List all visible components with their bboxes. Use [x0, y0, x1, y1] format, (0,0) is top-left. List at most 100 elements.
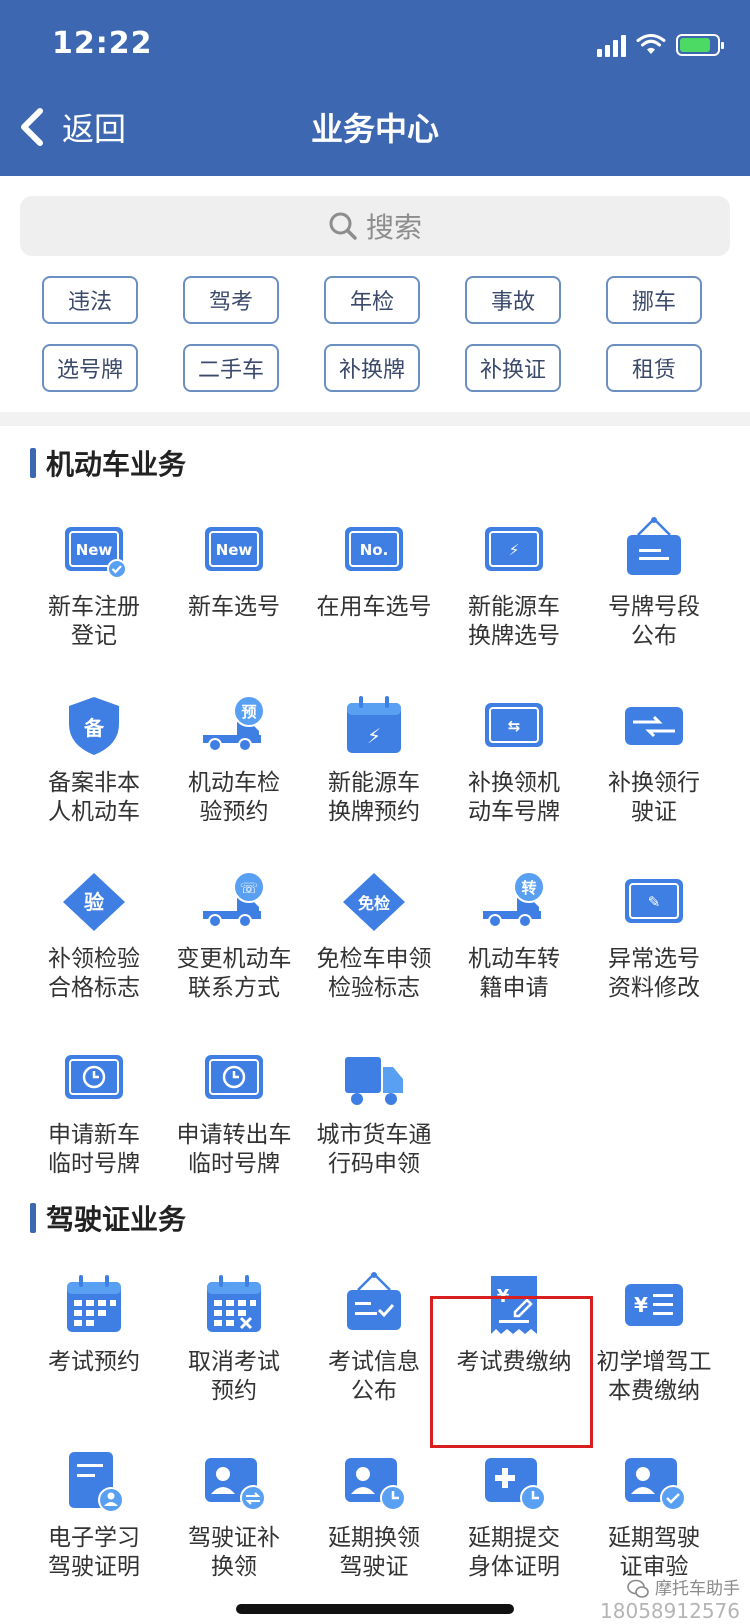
diamond-badge-icon: 验 — [63, 873, 125, 931]
service-item[interactable]: 备备案非本 人机动车 — [24, 691, 164, 867]
service-item[interactable]: 免检 免检车申领 检验标志 — [304, 867, 444, 1043]
status-icons — [597, 30, 724, 60]
tag-8[interactable]: 补换证 — [465, 344, 561, 392]
service-label-line: 电子学习 — [48, 1525, 140, 1551]
tag-3[interactable]: 事故 — [465, 276, 561, 324]
service-item[interactable]: 号牌号段 公布 — [584, 515, 724, 691]
watermark: 摩托车助手 18058912576 — [600, 1579, 740, 1623]
service-label-line: 补领检验 — [48, 946, 140, 972]
tag-0[interactable]: 违法 — [42, 276, 138, 324]
service-label: 新车注册 登记 — [27, 593, 161, 651]
service-item[interactable]: 验补领检验 合格标志 — [24, 867, 164, 1043]
service-label: 申请转出车 临时号牌 — [167, 1121, 301, 1179]
service-label-line: 取消考试 — [188, 1349, 280, 1375]
tag-7[interactable]: 补换牌 — [324, 344, 420, 392]
service-label-line: 换牌预约 — [328, 799, 420, 825]
search-bar[interactable]: 搜索 — [20, 196, 730, 256]
service-item[interactable]: 申请转出车 临时号牌 — [164, 1043, 304, 1219]
truck-search-icon: 预 — [203, 695, 265, 752]
service-item[interactable]: 申请新车 临时号牌 — [24, 1043, 164, 1219]
service-label-line: 登记 — [71, 623, 117, 649]
yen-list-icon: ¥ — [625, 1284, 683, 1326]
service-label: 新车选号 — [167, 593, 301, 622]
service-label: 异常选号 资料修改 — [587, 945, 721, 1003]
service-item[interactable]: New 新车注册 登记 — [24, 515, 164, 691]
service-item[interactable]: ⇆ 补换领机 动车号牌 — [444, 691, 584, 867]
service-item[interactable]: No. 在用车选号 — [304, 515, 444, 691]
service-label: 延期换领 驾驶证 — [307, 1524, 441, 1582]
battery-icon — [676, 34, 724, 56]
service-item[interactable]: 城市货车通 行码申领 — [304, 1043, 444, 1219]
service-label-line: 联系方式 — [188, 975, 280, 1001]
service-label: 延期驾驶 证审验 — [587, 1524, 721, 1582]
tag-1[interactable]: 驾考 — [183, 276, 279, 324]
svg-text:☏: ☏ — [240, 879, 259, 897]
new-plate-icon: New — [205, 527, 263, 571]
service-item[interactable]: 补换领行 驶证 — [584, 691, 724, 867]
tag-2[interactable]: 年检 — [324, 276, 420, 324]
diamond-badge-icon: 免检 — [343, 873, 405, 931]
service-label-line: 临时号牌 — [48, 1151, 140, 1177]
search-icon — [329, 212, 357, 240]
service-item[interactable]: 考试信息 公布 — [304, 1270, 444, 1446]
header: 12:22 返回 业务中心 — [0, 0, 750, 176]
service-label-line: 驾驶证 — [339, 1554, 409, 1580]
service-label-line: 人机动车 — [48, 799, 140, 825]
svg-text:New: New — [76, 541, 113, 559]
service-label: 在用车选号 — [307, 593, 441, 622]
tag-5[interactable]: 选号牌 — [42, 344, 138, 392]
hanging-sign-check-icon — [347, 1272, 401, 1330]
number-plate-icon: No. — [345, 527, 403, 571]
service-label-line: 补换领机 — [468, 770, 560, 796]
service-item[interactable]: ✎ 异常选号资料修改 — [584, 867, 724, 1043]
service-label-line: 驾驶证明 — [48, 1554, 140, 1580]
service-label-line: 合格标志 — [48, 975, 140, 1001]
section-marker — [30, 448, 36, 478]
temp-plate-clock-icon — [65, 1055, 123, 1099]
highlight-box — [430, 1296, 593, 1448]
tag-9[interactable]: 租赁 — [606, 344, 702, 392]
svg-text:免检: 免检 — [358, 894, 390, 913]
tag-6[interactable]: 二手车 — [183, 344, 279, 392]
service-label-line: 公布 — [351, 1378, 397, 1404]
service-item[interactable]: 转机动车转 籍申请 — [444, 867, 584, 1043]
motor-service-grid: New 新车注册 登记 New 新车选号 No. 在用车选号 ⚡ 新能源车 换牌选号 号牌号段 公布备… — [24, 515, 726, 1219]
service-item[interactable]: ☏ 变更机动车联系方式 — [164, 867, 304, 1043]
tag-4[interactable]: 挪车 — [606, 276, 702, 324]
license-section-title: 驾驶证业务 — [30, 1198, 186, 1238]
license-swap-icon — [625, 707, 683, 745]
service-item[interactable]: New 新车选号 — [164, 515, 304, 691]
id-card-check-icon — [625, 1458, 686, 1511]
svg-text:⚡: ⚡ — [509, 541, 520, 559]
service-item[interactable]: 考试预约 — [24, 1270, 164, 1446]
hanging-sign-icon — [627, 517, 681, 575]
service-item[interactable]: ¥ 初学增驾工 本费缴纳 — [584, 1270, 724, 1446]
svg-text:预: 预 — [241, 703, 256, 721]
service-label-line: 号牌号段 — [608, 594, 700, 620]
service-item[interactable]: ⚡ 新能源车 换牌预约 — [304, 691, 444, 867]
service-label-line: 新车选号 — [188, 594, 280, 620]
service-item[interactable]: 延期换领 驾驶证 — [304, 1446, 444, 1622]
svg-text:✎: ✎ — [648, 893, 661, 911]
svg-text:转: 转 — [521, 879, 536, 897]
svg-text:New: New — [216, 541, 253, 559]
service-label-line: 延期换领 — [328, 1525, 420, 1551]
service-item[interactable]: 预机动车检 验预约 — [164, 691, 304, 867]
service-label-line: 变更机动车 — [176, 946, 292, 972]
id-card-swap-icon — [205, 1458, 266, 1511]
service-item[interactable]: ⚡ 新能源车 换牌选号 — [444, 515, 584, 691]
service-label-line: 本费缴纳 — [608, 1378, 700, 1404]
cargo-truck-icon — [345, 1057, 403, 1105]
service-label-line: 资料修改 — [608, 975, 700, 1001]
medical-clock-icon — [485, 1458, 546, 1511]
service-label: 备案非本 人机动车 — [27, 769, 161, 827]
service-item[interactable]: 电子学习 驾驶证明 — [24, 1446, 164, 1622]
service-item[interactable]: 取消考试 预约 — [164, 1270, 304, 1446]
service-label-line: 验预约 — [199, 799, 269, 825]
service-item[interactable]: 驾驶证补 换领 — [164, 1446, 304, 1622]
service-label: 新能源车 换牌选号 — [447, 593, 581, 651]
service-label: 城市货车通 行码申领 — [307, 1121, 441, 1179]
truck-phone-icon: ☏ — [203, 871, 265, 928]
service-label-line: 异常选号 — [608, 946, 700, 972]
service-item[interactable]: 延期提交 身体证明 — [444, 1446, 584, 1622]
